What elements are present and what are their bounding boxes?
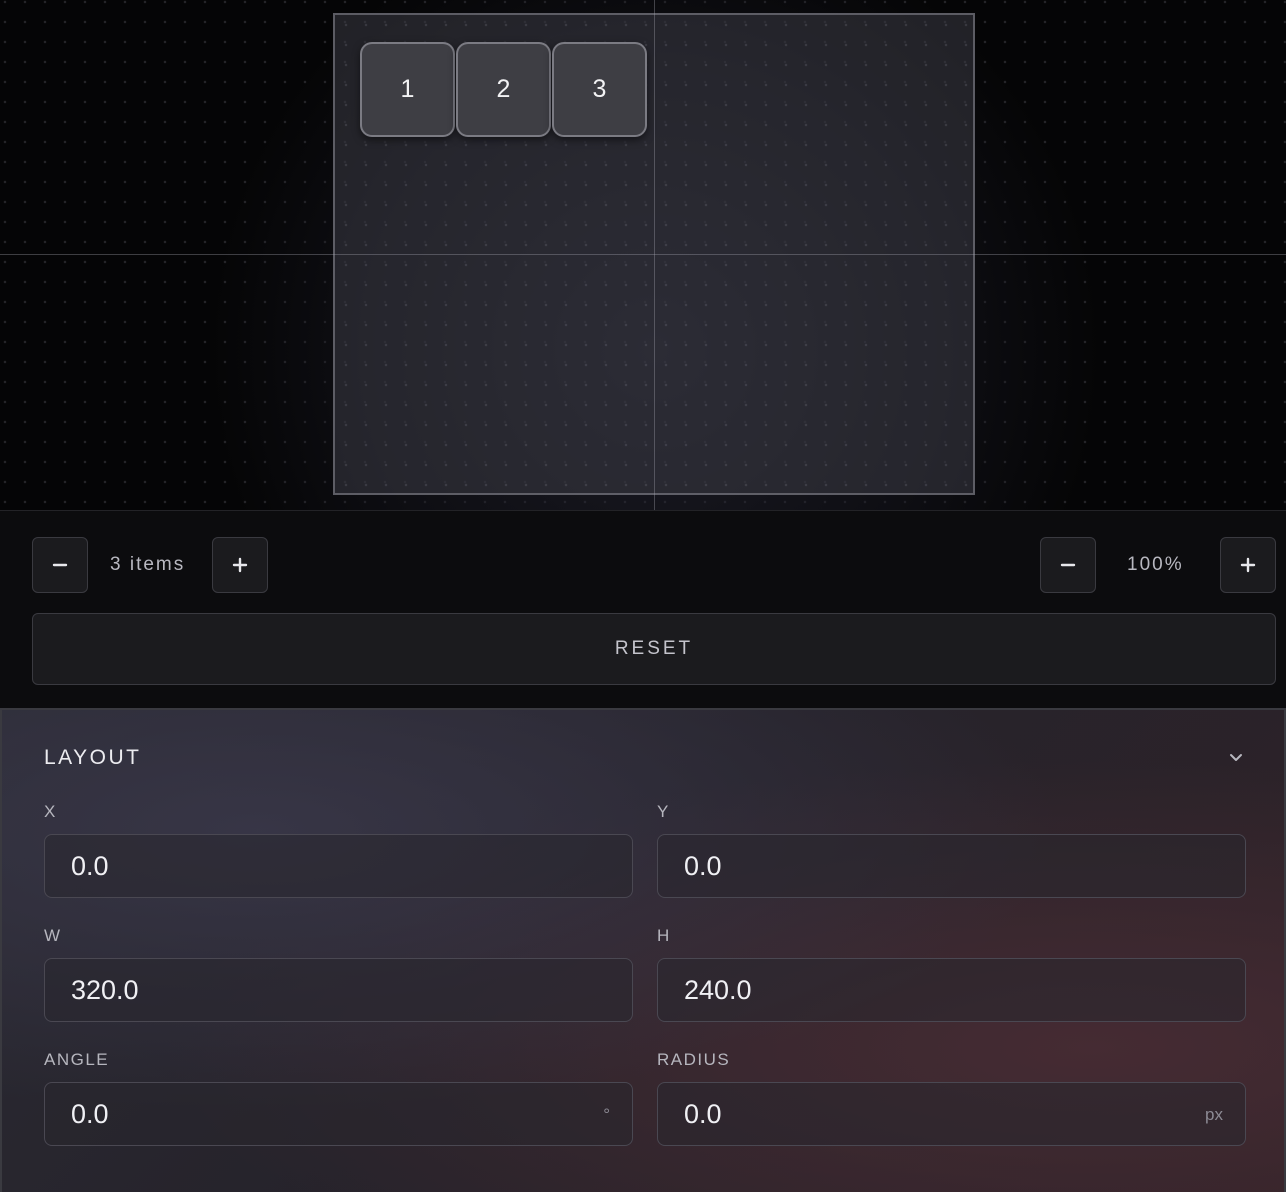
angle-input[interactable] (45, 1083, 632, 1145)
x-field[interactable] (44, 834, 633, 898)
radius-input[interactable] (658, 1083, 1245, 1145)
angle-field-label: ANGLE (44, 1050, 110, 1069)
chevron-down-icon (1230, 754, 1242, 761)
reset-button[interactable]: RESET (32, 613, 1276, 685)
controls-bar: 3 items 100% RESET (0, 510, 1286, 708)
radius-field-label: RADIUS (657, 1050, 731, 1069)
width-field[interactable] (44, 958, 633, 1022)
angle-unit: ° (603, 1105, 610, 1124)
horizontal-center-guide (0, 254, 1286, 255)
width-input[interactable] (45, 959, 632, 1021)
minus-icon (52, 563, 68, 567)
plus-icon (232, 557, 248, 573)
canvas-item-1[interactable]: 1 (360, 42, 455, 137)
zoom-in-button[interactable] (1220, 537, 1276, 593)
app-root: 1 2 3 3 items 100% RESET LAYOUT X 0.0 Y … (0, 0, 1286, 1192)
vertical-center-guide (654, 0, 655, 510)
y-input[interactable] (658, 835, 1245, 897)
height-field[interactable] (657, 958, 1246, 1022)
reset-button-label: RESET (614, 638, 694, 659)
layout-panel: LAYOUT X Y W H ANGLE ° RADIUS (0, 708, 1286, 1192)
plus-icon (1240, 557, 1256, 573)
zoom-level-label: 100% (1127, 554, 1184, 575)
minus-icon (1060, 563, 1076, 567)
panel-title: LAYOUT (44, 746, 142, 769)
canvas-item-3[interactable]: 3 (552, 42, 647, 137)
w-field-label: W (44, 926, 62, 945)
angle-field[interactable]: ° (44, 1082, 633, 1146)
item-count-label: 3 items (110, 554, 186, 575)
canvas-item-2[interactable]: 2 (456, 42, 551, 137)
collapse-panel-button[interactable] (1224, 746, 1248, 770)
canvas-area[interactable]: 1 2 3 (0, 0, 1286, 510)
x-field-label: X (44, 802, 57, 821)
canvas-item-label: 3 (592, 75, 607, 103)
height-input[interactable] (658, 959, 1245, 1021)
zoom-out-button[interactable] (1040, 537, 1096, 593)
y-field-label: Y (657, 802, 670, 821)
canvas-item-label: 1 (400, 75, 415, 103)
radius-field[interactable]: px (657, 1082, 1246, 1146)
add-item-button[interactable] (212, 537, 268, 593)
h-field-label: H (657, 926, 671, 945)
canvas-item-label: 2 (496, 75, 511, 103)
radius-unit: px (1205, 1105, 1223, 1124)
y-field[interactable] (657, 834, 1246, 898)
remove-item-button[interactable] (32, 537, 88, 593)
x-input[interactable] (45, 835, 632, 897)
